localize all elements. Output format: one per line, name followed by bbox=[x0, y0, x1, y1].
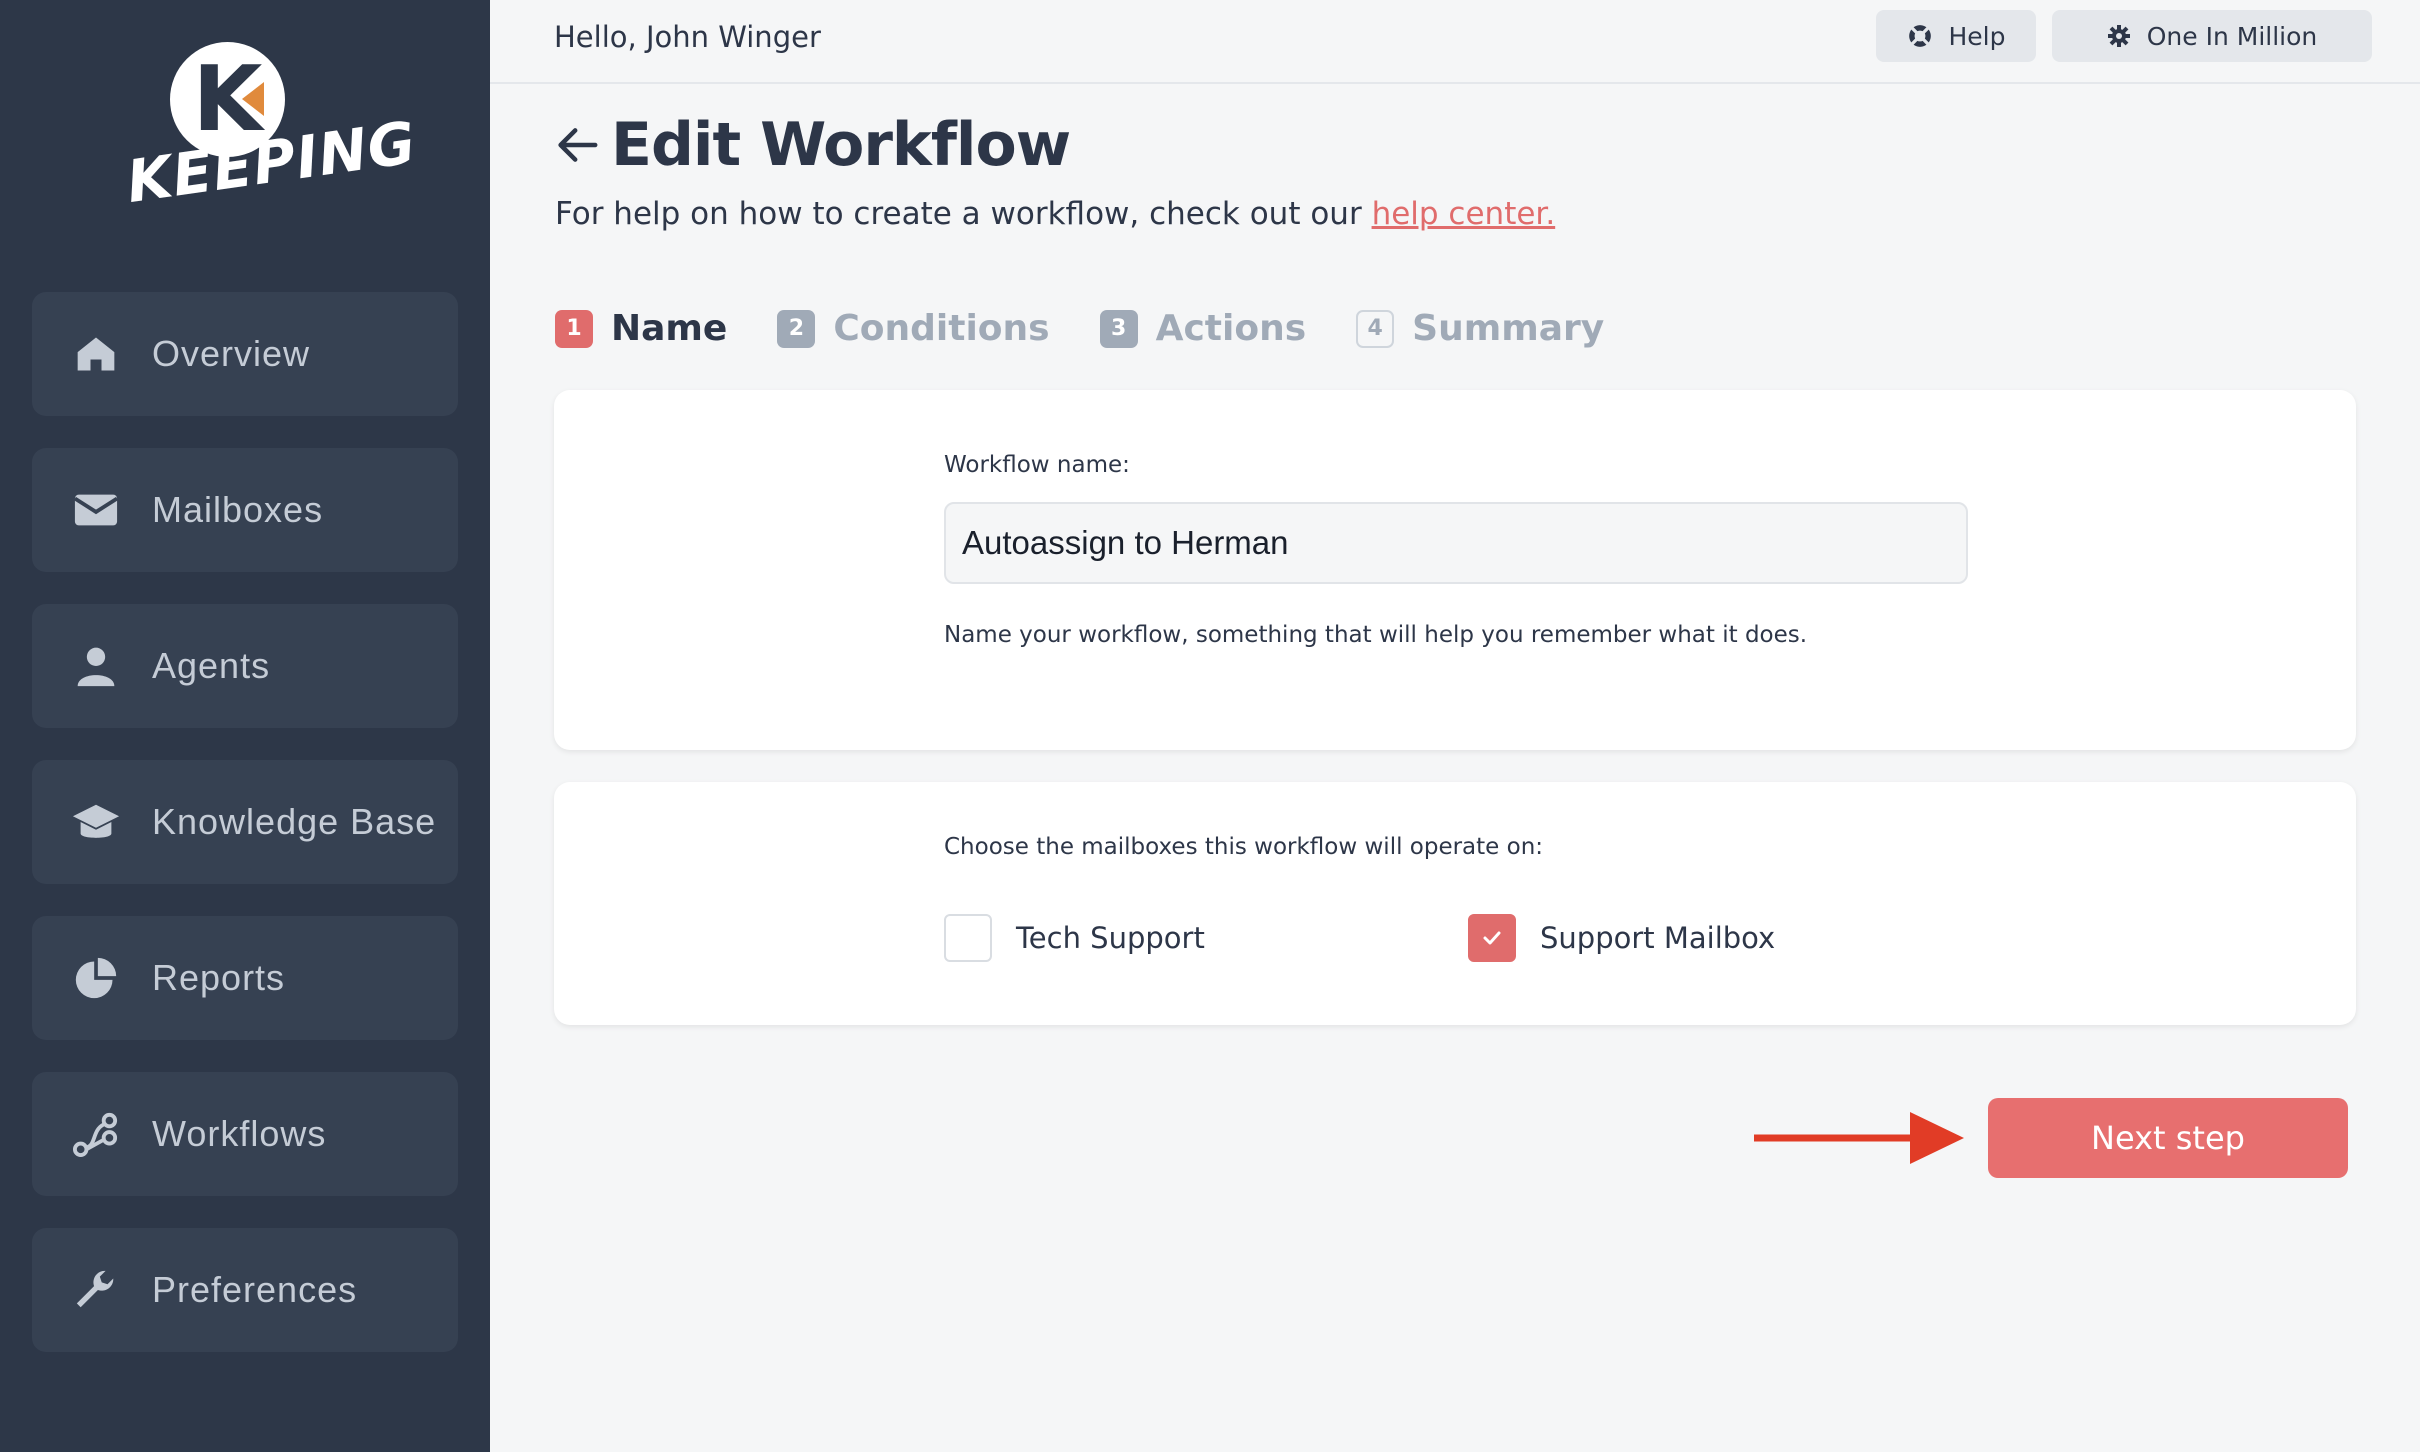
sidebar-item-reports[interactable]: Reports bbox=[32, 916, 458, 1040]
step-label: Name bbox=[611, 308, 728, 349]
workflow-name-input[interactable] bbox=[944, 502, 1968, 584]
tech-support-checkbox[interactable] bbox=[944, 914, 992, 962]
wizard-steps: 1 Name 2 Conditions 3 Actions 4 Summary bbox=[555, 308, 1654, 349]
step-summary[interactable]: 4 Summary bbox=[1356, 308, 1604, 349]
user-greeting: Hello, John Winger bbox=[554, 20, 821, 54]
next-step-button[interactable]: Next step bbox=[1988, 1098, 2348, 1178]
sidebar-item-label: Mailboxes bbox=[152, 489, 324, 530]
envelope-icon bbox=[70, 484, 122, 536]
sidebar-item-knowledge-base[interactable]: Knowledge Base bbox=[32, 760, 458, 884]
graduation-cap-icon bbox=[70, 796, 122, 848]
organization-button-label: One In Million bbox=[2146, 21, 2318, 51]
mailbox-option-tech-support[interactable]: Tech Support bbox=[944, 914, 1205, 962]
checkbox-label: Support Mailbox bbox=[1540, 921, 1776, 955]
workflow-name-hint: Name your workflow, something that will … bbox=[944, 622, 1808, 648]
step-number: 3 bbox=[1099, 309, 1138, 348]
mailbox-selection-card: Choose the mailboxes this workflow will … bbox=[554, 782, 2356, 1025]
logo-accent-icon bbox=[242, 82, 264, 116]
step-actions[interactable]: 3 Actions bbox=[1099, 308, 1307, 349]
sidebar-item-label: Reports bbox=[152, 957, 286, 998]
wrench-icon bbox=[70, 1264, 122, 1316]
sidebar-item-overview[interactable]: Overview bbox=[32, 292, 458, 416]
checkmark-icon bbox=[1483, 931, 1501, 945]
sidebar-item-label: Preferences bbox=[152, 1269, 358, 1310]
sidebar-item-mailboxes[interactable]: Mailboxes bbox=[32, 448, 458, 572]
gear-icon bbox=[2107, 24, 2131, 48]
step-label: Actions bbox=[1155, 308, 1307, 349]
help-center-link[interactable]: help center. bbox=[1372, 196, 1556, 232]
page-header: Edit Workflow bbox=[555, 110, 1071, 180]
top-bar: Hello, John Winger Help One In Million bbox=[490, 0, 2420, 84]
workflow-name-label: Workflow name: bbox=[944, 452, 1130, 478]
step-conditions[interactable]: 2 Conditions bbox=[777, 308, 1050, 349]
sidebar-item-label: Overview bbox=[152, 333, 311, 374]
page-title: Edit Workflow bbox=[611, 110, 1071, 180]
step-name[interactable]: 1 Name bbox=[555, 308, 727, 349]
checkbox-label: Tech Support bbox=[1016, 921, 1205, 955]
annotation-arrow-icon bbox=[1754, 1112, 1964, 1164]
subtitle-text: For help on how to create a workflow, ch… bbox=[555, 196, 1372, 232]
sidebar-item-label: Workflows bbox=[152, 1113, 327, 1154]
step-label: Conditions bbox=[833, 308, 1050, 349]
sidebar-item-agents[interactable]: Agents bbox=[32, 604, 458, 728]
mailbox-option-support-mailbox[interactable]: Support Mailbox bbox=[1468, 914, 1775, 962]
step-label: Summary bbox=[1412, 308, 1605, 349]
help-button-label: Help bbox=[1948, 21, 2006, 51]
mailbox-selection-label: Choose the mailboxes this workflow will … bbox=[944, 834, 1544, 860]
step-number: 4 bbox=[1356, 309, 1395, 348]
step-number: 2 bbox=[777, 309, 816, 348]
pie-chart-icon bbox=[70, 952, 122, 1004]
organization-button[interactable]: One In Million bbox=[2052, 10, 2372, 62]
sidebar-nav: Overview Mailboxes Agents Knowledge Base… bbox=[32, 292, 458, 1384]
user-icon bbox=[70, 640, 122, 692]
support-mailbox-checkbox[interactable] bbox=[1468, 914, 1516, 962]
keeping-logo[interactable]: K KEEPING bbox=[123, 40, 421, 240]
workflow-icon bbox=[70, 1108, 122, 1160]
sidebar-item-preferences[interactable]: Preferences bbox=[32, 1228, 458, 1352]
home-icon bbox=[70, 328, 122, 380]
sidebar: K KEEPING Overview Mailboxes Agents Know… bbox=[0, 0, 490, 1452]
back-arrow-icon[interactable] bbox=[555, 120, 605, 170]
workflow-name-card: Workflow name: Name your workflow, somet… bbox=[554, 390, 2356, 750]
help-button[interactable]: Help bbox=[1876, 10, 2036, 62]
step-number: 1 bbox=[555, 309, 593, 348]
sidebar-item-label: Agents bbox=[152, 645, 271, 686]
lifebuoy-icon bbox=[1907, 23, 1933, 49]
page-subtitle: For help on how to create a workflow, ch… bbox=[555, 196, 1555, 232]
sidebar-item-label: Knowledge Base bbox=[152, 801, 437, 842]
sidebar-item-workflows[interactable]: Workflows bbox=[32, 1072, 458, 1196]
